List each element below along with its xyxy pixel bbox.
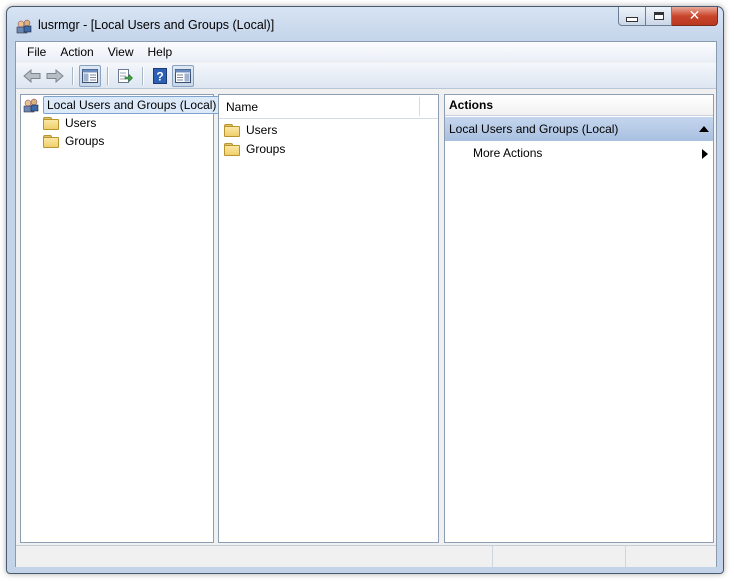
menu-help[interactable]: Help xyxy=(141,42,180,62)
actions-group-header[interactable]: Local Users and Groups (Local) xyxy=(445,117,713,141)
forward-arrow-icon xyxy=(46,68,64,83)
users-groups-icon xyxy=(23,97,39,113)
tree-item-users[interactable]: Users xyxy=(43,114,96,132)
tree-item-label: Users xyxy=(65,116,97,130)
show-hide-action-pane-button[interactable] xyxy=(172,64,194,87)
folder-icon xyxy=(224,124,240,137)
list-item-users[interactable]: Users xyxy=(224,121,277,139)
maximize-button[interactable] xyxy=(646,7,672,26)
status-divider xyxy=(625,546,627,567)
back-arrow-icon xyxy=(23,68,41,83)
show-hide-console-tree-button[interactable] xyxy=(79,64,101,87)
menu-action[interactable]: Action xyxy=(53,42,100,62)
back-button[interactable] xyxy=(21,65,43,87)
tree-item-groups[interactable]: Groups xyxy=(43,132,104,150)
help-button[interactable]: ? xyxy=(149,65,171,87)
console-tree-pane: Local Users and Groups (Local) Users Gro… xyxy=(20,94,221,543)
status-divider xyxy=(492,546,494,567)
tree-item-root[interactable]: Local Users and Groups (Local) xyxy=(23,96,221,114)
column-header-name[interactable]: Name xyxy=(226,100,258,114)
list-item-label: Groups xyxy=(246,142,286,156)
users-groups-icon xyxy=(16,18,32,34)
actions-header: Actions xyxy=(445,95,713,116)
window-title: lusrmgr - [Local Users and Groups (Local… xyxy=(38,18,275,32)
submenu-arrow-icon xyxy=(702,149,708,159)
minimize-icon xyxy=(626,16,638,22)
export-list-button[interactable] xyxy=(114,65,136,87)
list-item-groups[interactable]: Groups xyxy=(224,140,285,158)
minimize-button[interactable] xyxy=(618,7,646,26)
menu-bar: File Action View Help xyxy=(16,42,716,62)
title-bar[interactable]: lusrmgr - [Local Users and Groups (Local… xyxy=(7,7,723,41)
menu-view[interactable]: View xyxy=(101,42,141,62)
status-bar xyxy=(16,545,716,567)
toolbar: ? xyxy=(16,63,716,89)
caption-buttons: ✕ xyxy=(618,7,718,27)
folder-icon xyxy=(43,117,59,130)
mmc-window: lusrmgr - [Local Users and Groups (Local… xyxy=(6,6,724,574)
actions-group-title: Local Users and Groups (Local) xyxy=(449,122,619,136)
show-hide-console-tree-icon xyxy=(82,68,98,83)
svg-text:?: ? xyxy=(156,69,163,83)
close-icon: ✕ xyxy=(688,8,701,24)
results-pane: Name Users Groups xyxy=(218,94,439,543)
show-hide-action-pane-icon xyxy=(175,68,191,83)
export-list-icon xyxy=(118,68,133,83)
help-icon: ? xyxy=(153,67,167,84)
more-actions-link[interactable]: More Actions xyxy=(473,146,542,160)
toolbar-separator xyxy=(72,66,74,85)
folder-icon xyxy=(43,135,59,148)
list-header: Name xyxy=(219,95,438,119)
collapse-up-icon[interactable] xyxy=(699,126,709,132)
folder-icon xyxy=(224,143,240,156)
menu-file[interactable]: File xyxy=(20,42,53,62)
client-area: File Action View Help ? Local Users and … xyxy=(15,41,717,567)
close-button[interactable]: ✕ xyxy=(672,7,718,26)
column-divider[interactable] xyxy=(419,97,420,116)
toolbar-separator xyxy=(107,66,109,85)
tree-item-root-label: Local Users and Groups (Local) xyxy=(43,96,221,114)
forward-button[interactable] xyxy=(44,65,66,87)
list-item-label: Users xyxy=(246,123,278,137)
tree-item-label: Groups xyxy=(65,134,105,148)
actions-pane: Actions Local Users and Groups (Local) M… xyxy=(444,94,714,543)
toolbar-separator xyxy=(142,66,144,85)
maximize-icon xyxy=(653,12,664,20)
